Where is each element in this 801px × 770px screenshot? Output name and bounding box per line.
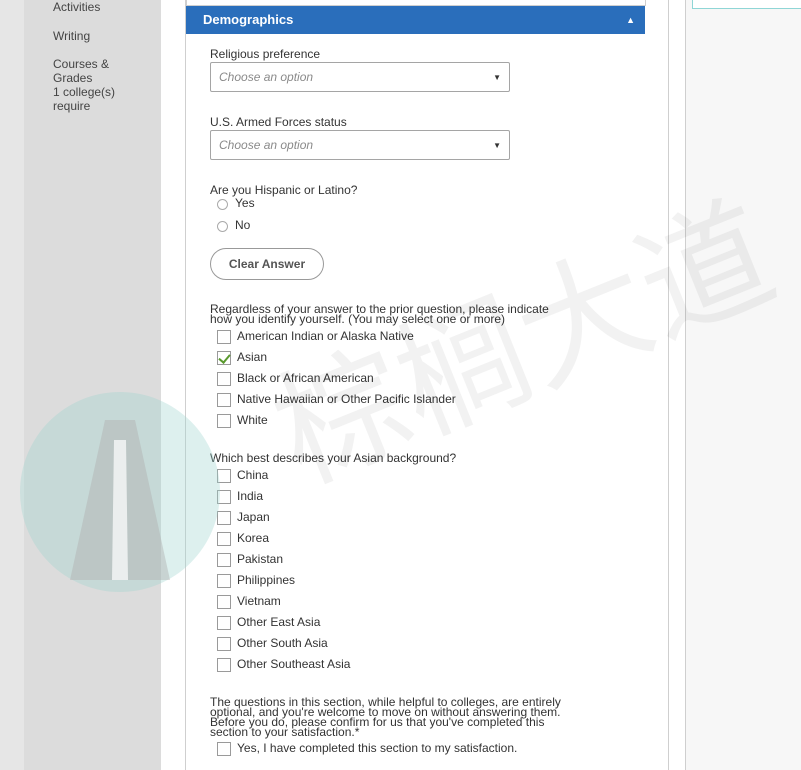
asian-background-label: Other East Asia: [237, 615, 321, 629]
confirm-text-line4: section to your satisfaction.*: [210, 725, 360, 739]
asian-background-checkbox[interactable]: [217, 595, 231, 609]
armed-forces-select[interactable]: Choose an option ▼: [210, 130, 510, 160]
radio-button[interactable]: [217, 199, 228, 210]
hispanic-question: Are you Hispanic or Latino?: [210, 183, 358, 197]
asian-background-label: Vietnam: [237, 594, 281, 608]
confirm-checkbox[interactable]: [217, 742, 231, 756]
sidebar-item-courses[interactable]: Courses &: [53, 57, 109, 71]
caret-down-icon: ▼: [493, 141, 501, 150]
section-header-demographics[interactable]: Demographics ▲: [186, 6, 645, 34]
race-label: Black or African American: [237, 371, 374, 385]
asian-background-label: Japan: [237, 510, 270, 524]
asian-background-label: Other South Asia: [237, 636, 328, 650]
religious-preference-select[interactable]: Choose an option ▼: [210, 62, 510, 92]
asian-background-label: Korea: [237, 531, 270, 545]
radio-label: No: [235, 218, 251, 232]
sidebar-item-writing[interactable]: Writing: [53, 29, 90, 43]
race-label: Native Hawaiian or Other Pacific Islande…: [237, 392, 456, 406]
right-panel: [685, 0, 801, 770]
main-form-panel: Demographics ▲ Religious preference Choo…: [185, 0, 669, 770]
asian-background-checkbox[interactable]: [217, 469, 231, 483]
left-edge-strip: [0, 0, 25, 770]
right-gutter: [669, 0, 685, 770]
caret-down-icon: ▼: [493, 73, 501, 82]
clear-answer-button[interactable]: Clear Answer: [210, 248, 324, 280]
race-checkbox[interactable]: [217, 351, 231, 365]
radio-label: Yes: [235, 196, 255, 210]
asian-background-label: Philippines: [237, 573, 296, 587]
race-question-line2: how you identify yourself. (You may sele…: [210, 312, 506, 326]
asian-background-checkbox[interactable]: [217, 637, 231, 651]
asian-background-checkbox[interactable]: [217, 490, 231, 504]
asian-background-label: Other Southeast Asia: [237, 657, 351, 671]
sidebar-item-activities[interactable]: Activities: [53, 0, 100, 14]
sidebar-gutter: [161, 0, 185, 770]
asian-background-label: China: [237, 468, 269, 482]
armed-forces-label: U.S. Armed Forces status: [210, 115, 347, 129]
asian-background-checkbox[interactable]: [217, 553, 231, 567]
sidebar: Activities Writing Courses & Grades 1 co…: [24, 0, 161, 770]
sidebar-item-colleges-note: 1 college(s): [53, 85, 116, 99]
asian-background-checkbox[interactable]: [217, 574, 231, 588]
select-placeholder: Choose an option: [219, 138, 314, 152]
sidebar-item-grades[interactable]: Grades: [53, 71, 92, 85]
right-card-edge: [692, 0, 801, 9]
race-checkbox[interactable]: [217, 393, 231, 407]
asian-background-question: Which best describes your Asian backgrou…: [210, 451, 457, 465]
chevron-up-icon[interactable]: ▲: [626, 6, 635, 34]
race-label: Asian: [237, 350, 268, 364]
radio-button[interactable]: [217, 221, 228, 232]
race-checkbox[interactable]: [217, 330, 231, 344]
religious-preference-label: Religious preference: [210, 47, 321, 61]
asian-background-checkbox[interactable]: [217, 616, 231, 630]
asian-background-checkbox[interactable]: [217, 511, 231, 525]
checkmark-icon: [218, 351, 231, 364]
select-placeholder: Choose an option: [219, 70, 314, 84]
confirm-checkbox-label: Yes, I have completed this section to my…: [237, 741, 518, 755]
race-label: American Indian or Alaska Native: [237, 329, 414, 343]
asian-background-checkbox[interactable]: [217, 532, 231, 546]
race-checkbox[interactable]: [217, 372, 231, 386]
section-title: Demographics: [203, 12, 294, 27]
asian-background-checkbox[interactable]: [217, 658, 231, 672]
sidebar-item-require-note: require: [53, 99, 91, 113]
asian-background-label: India: [237, 489, 264, 503]
race-label: White: [237, 413, 268, 427]
asian-background-label: Pakistan: [237, 552, 284, 566]
race-checkbox[interactable]: [217, 414, 231, 428]
